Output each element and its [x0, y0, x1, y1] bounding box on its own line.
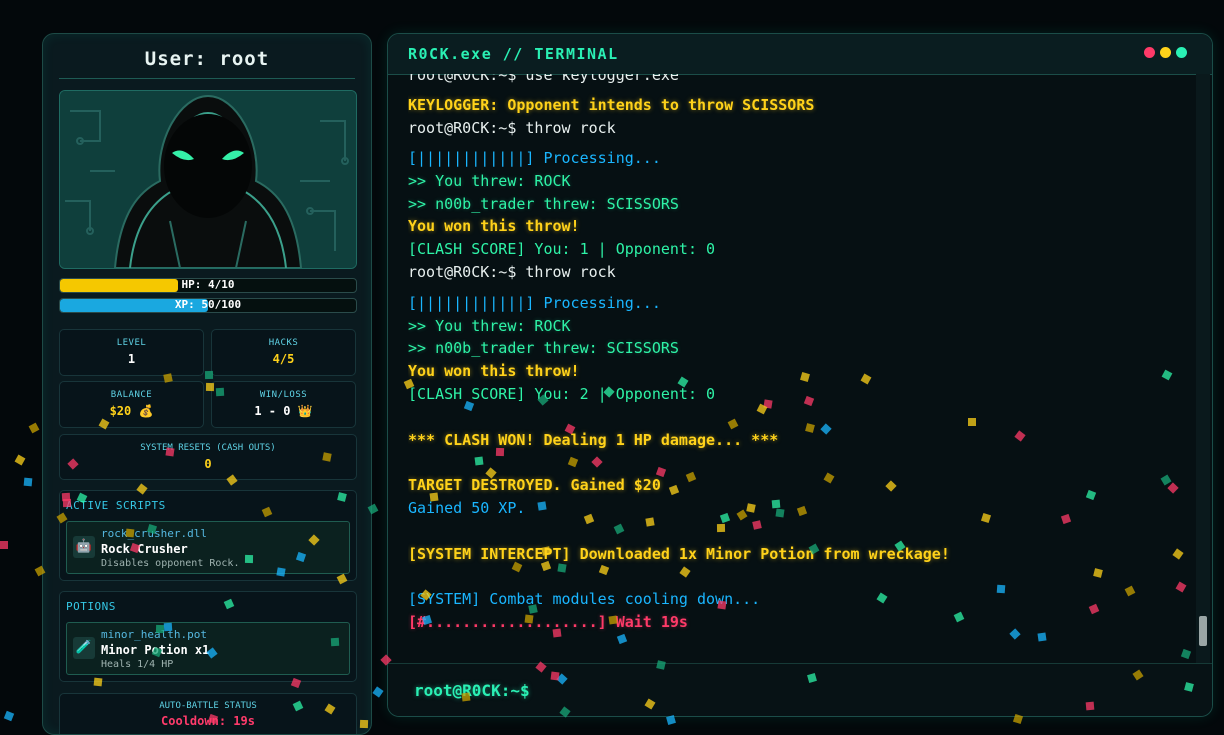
potions-section: POTIONS 🧪 minor_health.pot Minor Potion …	[59, 591, 357, 682]
active-scripts-heading: ACTIVE SCRIPTS	[66, 499, 166, 512]
confetti-piece	[15, 454, 26, 466]
potions-heading: POTIONS	[66, 600, 116, 613]
script-name: Rock Crusher	[101, 542, 188, 556]
auto-battle-status: AUTO-BATTLE STATUS Cooldown: 19s	[59, 693, 357, 734]
auto-battle-value: Cooldown: 19s	[161, 714, 255, 728]
user-title: User: root	[59, 48, 355, 79]
terminal-scrollbar[interactable]	[1196, 74, 1210, 664]
terminal-line: [||||||||||||] Processing...	[408, 149, 661, 167]
script-item-rock-crusher[interactable]: 🤖 rock_crusher.dll Rock Crusher Disables…	[66, 521, 350, 574]
confetti-piece	[372, 686, 384, 698]
potion-desc: Heals 1/4 HP	[101, 659, 174, 670]
minimize-dot-icon[interactable]	[1160, 47, 1171, 58]
terminal-line: *** CLASH WON! Dealing 1 HP damage... **…	[408, 431, 779, 449]
winloss-value: 1 - 0 👑	[254, 404, 313, 418]
potion-icon: 🧪	[73, 637, 95, 659]
balance-label: BALANCE	[110, 390, 153, 400]
level-label: LEVEL	[116, 338, 147, 348]
terminal-line: >> n00b_trader threw: SCISSORS	[408, 339, 679, 357]
terminal-line: [CLASH SCORE] You: 2 | Opponent: 0	[408, 385, 716, 403]
terminal-line: >> You threw: ROCK	[408, 317, 571, 335]
xp-bar: XP: 50/100	[59, 298, 357, 313]
terminal-line: >> You threw: ROCK	[408, 172, 571, 190]
confetti-piece	[0, 540, 9, 549]
confetti-piece	[28, 422, 40, 434]
terminal-line: Gained 50 XP.	[408, 499, 526, 517]
terminal-line: You won this throw!	[408, 362, 580, 380]
terminal-line: [#...................] Wait 19s	[408, 613, 688, 631]
terminal-line: You won this throw!	[408, 217, 580, 235]
maximize-dot-icon[interactable]	[1176, 47, 1187, 58]
balance-value: $20 💰	[109, 404, 154, 418]
terminal-window: R0CK.exe // TERMINAL root@R0CK:~$ use ke…	[387, 33, 1213, 717]
terminal-header: R0CK.exe // TERMINAL	[388, 34, 1212, 75]
terminal-output: root@R0CK:~$ use keylogger.exe KEYLOGGER:…	[408, 74, 1198, 664]
auto-battle-label: AUTO-BATTLE STATUS	[159, 701, 257, 711]
confetti-piece	[3, 711, 14, 722]
balance-stat: BALANCE $20 💰	[59, 381, 204, 428]
hacks-value: 4/5	[272, 352, 295, 366]
terminal-line: [SYSTEM] Combat modules cooling down...	[408, 590, 761, 608]
terminal-line: [||||||||||||] Processing...	[408, 294, 661, 312]
potion-name: Minor Potion x1	[101, 643, 210, 657]
player-panel: User: root HP: 4/10 XP: 50/100 LEVEL 1 H…	[42, 33, 372, 735]
hacker-avatar	[59, 90, 357, 269]
potion-item-minor[interactable]: 🧪 minor_health.pot Minor Potion x1 Heals…	[66, 622, 350, 675]
close-dot-icon[interactable]	[1144, 47, 1155, 58]
hp-bar: HP: 4/10	[59, 278, 357, 293]
script-file: rock_crusher.dll	[101, 527, 207, 540]
terminal-line: KEYLOGGER: Opponent intends to throw SCI…	[408, 96, 815, 114]
active-scripts-section: ACTIVE SCRIPTS 🤖 rock_crusher.dll Rock C…	[59, 490, 357, 581]
resets-value: 0	[204, 457, 212, 471]
scroll-thumb[interactable]	[1199, 616, 1207, 646]
winloss-stat: WIN/LOSS 1 - 0 👑	[211, 381, 356, 428]
confetti-piece	[23, 478, 32, 487]
resets-stat: SYSTEM RESETS (CASH OUTS) 0	[59, 434, 357, 480]
script-desc: Disables opponent Rock.	[101, 558, 240, 569]
terminal-line: [SYSTEM INTERCEPT] Downloaded 1x Minor P…	[408, 545, 950, 563]
xp-label: XP: 50/100	[174, 298, 242, 311]
robot-icon: 🤖	[73, 536, 95, 558]
terminal-line: [CLASH SCORE] You: 1 | Opponent: 0	[408, 240, 716, 258]
confetti-piece	[666, 715, 677, 726]
hp-label: HP: 4/10	[181, 278, 235, 291]
terminal-title: R0CK.exe // TERMINAL	[408, 45, 619, 63]
winloss-label: WIN/LOSS	[259, 390, 308, 400]
hacks-stat: HACKS 4/5	[211, 329, 356, 376]
resets-label: SYSTEM RESETS (CASH OUTS)	[140, 443, 276, 453]
potion-file: minor_health.pot	[101, 628, 207, 641]
level-stat: LEVEL 1	[59, 329, 204, 376]
terminal-line: root@R0CK:~$ throw rock	[408, 263, 616, 281]
terminal-line: root@R0CK:~$ use keylogger.exe	[408, 74, 679, 84]
terminal-line: >> n00b_trader threw: SCISSORS	[408, 195, 679, 213]
command-input-bar[interactable]: root@R0CK:~$	[388, 663, 1212, 716]
level-value: 1	[127, 352, 136, 366]
terminal-line: TARGET DESTROYED. Gained $20	[408, 476, 661, 494]
hacks-label: HACKS	[268, 338, 299, 348]
terminal-line: root@R0CK:~$ throw rock	[408, 119, 616, 137]
command-prompt: root@R0CK:~$	[414, 681, 530, 700]
